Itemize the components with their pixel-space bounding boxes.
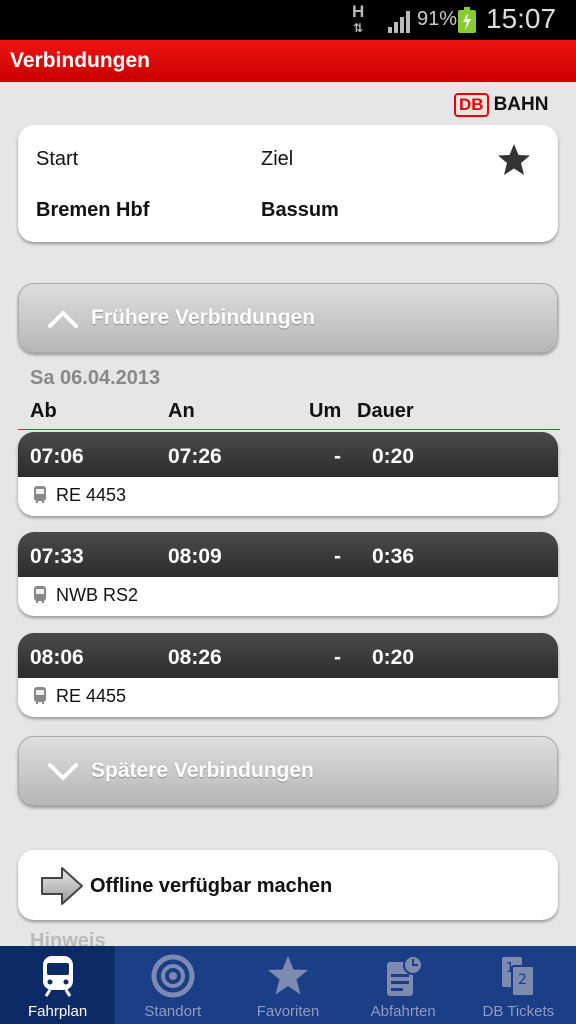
column-header-arrival: An bbox=[168, 400, 195, 422]
train-name: NWB RS2 bbox=[56, 585, 139, 605]
train-icon bbox=[42, 956, 73, 997]
departure-time: 07:06 bbox=[30, 445, 84, 468]
location-target-icon bbox=[151, 954, 195, 998]
tab-fahrplan[interactable]: Fahrplan bbox=[0, 946, 116, 1024]
tab-label: Fahrplan bbox=[27, 1003, 88, 1020]
arrival-time: 08:26 bbox=[168, 646, 222, 669]
later-connections-label: Spätere Verbindungen bbox=[91, 759, 314, 782]
tab-label: Favoriten bbox=[256, 1003, 320, 1020]
duration: 0:36 bbox=[372, 545, 415, 568]
duration: 0:20 bbox=[372, 646, 415, 669]
departures-icon bbox=[387, 955, 424, 996]
later-connections-button[interactable]: Spätere Verbindungen bbox=[18, 736, 558, 806]
travel-date: Sa 06.04.2013 bbox=[30, 367, 161, 389]
arrival-time: 07:26 bbox=[168, 445, 222, 468]
earlier-connections-label: Frühere Verbindungen bbox=[91, 306, 316, 329]
bottom-tab-bar: Fahrplan Standort Favoriten Abfahrten 1 bbox=[0, 946, 576, 1024]
tickets-icon: 1 2 bbox=[502, 957, 536, 997]
db-logo-box: DB bbox=[454, 93, 489, 117]
connection-item[interactable]: 07:06 07:26 - 0:20 RE 4453 bbox=[18, 432, 558, 516]
arrow-right-icon bbox=[41, 867, 83, 905]
destination-label: Ziel bbox=[261, 148, 294, 170]
chevron-up-icon bbox=[48, 311, 78, 328]
arrival-time: 08:09 bbox=[168, 545, 222, 568]
duration: 0:20 bbox=[372, 445, 415, 468]
clock: 15:07 bbox=[486, 3, 557, 34]
earlier-connections-button[interactable]: Frühere Verbindungen bbox=[18, 283, 558, 353]
favorite-star-icon[interactable] bbox=[496, 142, 532, 178]
tab-label: Abfahrten bbox=[370, 1003, 436, 1020]
column-header-departure: Ab bbox=[30, 400, 57, 422]
column-header-changes: Um bbox=[309, 400, 342, 422]
network-type-indicator: H ⇅ bbox=[352, 2, 365, 35]
db-logo-word: BAHN bbox=[493, 94, 549, 115]
train-name: RE 4453 bbox=[56, 485, 127, 505]
page-title: Verbindungen bbox=[0, 40, 576, 82]
tab-db-tickets[interactable]: 1 2 DB Tickets bbox=[461, 946, 576, 1024]
train-name: RE 4455 bbox=[56, 686, 127, 706]
start-label: Start bbox=[36, 148, 79, 170]
tab-abfahrten[interactable]: Abfahrten bbox=[346, 946, 461, 1024]
changes-count: - bbox=[334, 445, 341, 468]
connection-item[interactable]: 08:06 08:26 - 0:20 RE 4455 bbox=[18, 633, 558, 717]
destination-station: Bassum bbox=[261, 199, 339, 221]
db-bahn-logo: DB BAHN bbox=[454, 92, 548, 118]
signal-icon bbox=[388, 11, 410, 33]
start-station: Bremen Hbf bbox=[36, 199, 150, 221]
changes-count: - bbox=[334, 545, 341, 568]
tab-standort[interactable]: Standort bbox=[115, 946, 230, 1024]
changes-count: - bbox=[334, 646, 341, 669]
departure-time: 08:06 bbox=[30, 646, 84, 669]
train-icon bbox=[34, 486, 46, 503]
tab-label: Standort bbox=[144, 1003, 202, 1020]
divider bbox=[18, 429, 560, 430]
battery-charging-icon bbox=[458, 7, 476, 33]
connection-item[interactable]: 07:33 08:09 - 0:36 NWB RS2 bbox=[18, 532, 558, 616]
train-icon bbox=[34, 687, 46, 704]
route-card[interactable]: Start Ziel Bremen Hbf Bassum bbox=[18, 125, 558, 242]
make-offline-label: Offline verfügbar machen bbox=[90, 875, 333, 897]
departure-time: 07:33 bbox=[30, 545, 84, 568]
tab-label: DB Tickets bbox=[482, 1003, 555, 1020]
svg-text:2: 2 bbox=[518, 972, 527, 988]
make-offline-button[interactable]: Offline verfügbar machen bbox=[18, 850, 558, 920]
column-header-duration: Dauer bbox=[357, 400, 414, 422]
tab-favoriten[interactable]: Favoriten bbox=[230, 946, 345, 1024]
star-icon bbox=[267, 956, 308, 995]
chevron-down-icon bbox=[48, 763, 78, 780]
status-bar: H ⇅ 91% 15:07 bbox=[0, 0, 576, 40]
train-icon bbox=[34, 586, 46, 603]
battery-percentage: 91% bbox=[417, 8, 458, 30]
